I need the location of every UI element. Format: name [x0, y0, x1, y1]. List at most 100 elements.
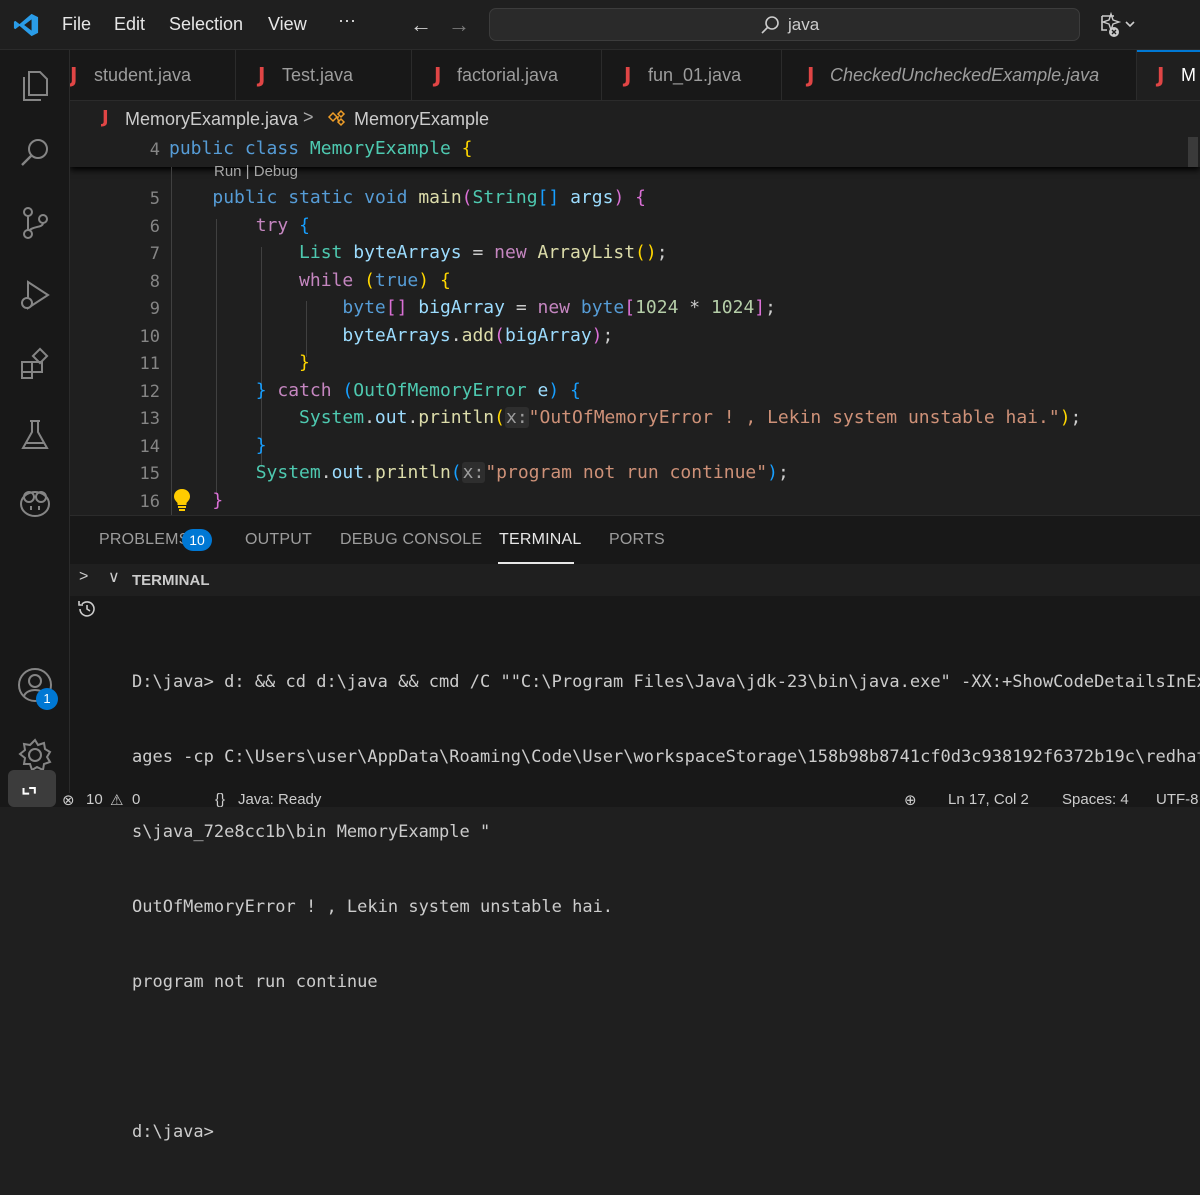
run-debug-codelens[interactable]: Run | Debug	[214, 163, 298, 180]
tab-output[interactable]: OUTPUT	[245, 531, 312, 549]
error-count[interactable]: 10	[86, 793, 103, 807]
line-number: 11	[139, 354, 160, 374]
menu-more-icon[interactable]: ···	[338, 10, 356, 31]
tab-ports[interactable]: PORTS	[609, 531, 665, 549]
indentation[interactable]: Spaces: 4	[1062, 793, 1129, 807]
chevron-right-icon[interactable]: >	[79, 568, 88, 586]
line-number: 12	[139, 382, 160, 402]
settings-gear-icon[interactable]	[16, 736, 54, 774]
java-file-icon: J	[258, 63, 266, 87]
terminal-line: OutOfMemoryError ! , Lekin system unstab…	[132, 897, 614, 917]
history-icon[interactable]	[76, 598, 98, 620]
line-number: 16	[139, 492, 160, 512]
tab-test-java[interactable]: J Test.java	[236, 50, 412, 100]
terminal-line: D:\java> d: && cd d:\java && cmd /C ""C:…	[132, 672, 1200, 692]
line-number: 15	[139, 464, 160, 484]
code-editor[interactable]: 4 public class MemoryExample { Run | Deb…	[70, 137, 1200, 515]
tab-problems[interactable]: PROBLEMS	[99, 531, 190, 549]
source-control-icon[interactable]	[16, 204, 54, 242]
encoding[interactable]: UTF-8	[1156, 793, 1199, 807]
java-file-icon: J	[807, 63, 815, 87]
code-line-4: public class MemoryExample {	[169, 138, 473, 159]
nav-back-icon[interactable]: ←	[410, 12, 432, 38]
breadcrumb: J MemoryExample.java > MemoryExample	[70, 101, 1200, 137]
line-number: 7	[149, 244, 160, 264]
tab-checkedunchecked-java[interactable]: J CheckedUncheckedExample.java	[782, 50, 1137, 100]
code-line-12: } catch (OutOfMemoryError e) {	[255, 380, 581, 401]
java-status[interactable]: Java: Ready	[238, 793, 321, 807]
warning-icon[interactable]: ⚠	[110, 793, 123, 807]
code-line-9: byte[] bigArray = new byte[1024 * 1024];	[342, 297, 776, 318]
editor-scrollbar[interactable]	[1188, 137, 1198, 167]
run-debug-icon[interactable]	[16, 276, 54, 314]
nav-forward-icon[interactable]: →	[448, 12, 470, 38]
terminal-section-header[interactable]: > ∨ TERMINAL	[70, 564, 1200, 596]
terminal-output[interactable]: D:\java> d: && cd d:\java && cmd /C ""C:…	[132, 620, 1200, 1195]
command-center-search[interactable]: java	[489, 8, 1080, 41]
line-number: 10	[139, 327, 160, 347]
code-line-7: List byteArrays = new ArrayList();	[299, 242, 668, 263]
title-bar: File Edit Selection View ··· ← → java	[0, 0, 1200, 50]
accounts-badge: 1	[36, 688, 58, 710]
code-line-13: System.out.println(x:"OutOfMemoryError !…	[299, 407, 1082, 428]
menu-edit[interactable]: Edit	[114, 14, 145, 35]
java-file-icon: J	[102, 107, 109, 128]
copilot-icon[interactable]	[16, 484, 54, 522]
chevron-down-icon: ∨	[108, 569, 120, 586]
bottom-panel: PROBLEMS 10 OUTPUT DEBUG CONSOLE TERMINA…	[70, 515, 1200, 1142]
line-number: 6	[149, 217, 160, 237]
lightbulb-icon[interactable]	[172, 487, 192, 511]
tab-label: fun_01.java	[648, 65, 742, 85]
menu-file[interactable]: File	[62, 14, 91, 35]
tab-label: CheckedUncheckedExample.java	[830, 65, 1100, 85]
search-value: java	[788, 15, 820, 34]
code-line-6: try {	[255, 215, 310, 236]
menu-view[interactable]: View	[268, 14, 307, 35]
extensions-icon[interactable]	[16, 346, 54, 384]
menu-selection[interactable]: Selection	[169, 14, 243, 35]
problems-count-badge: 10	[182, 529, 212, 551]
line-number: 9	[149, 299, 160, 319]
error-icon[interactable]: ⊗	[62, 793, 75, 807]
activity-bar: 1	[0, 50, 70, 807]
zoom-icon[interactable]: ⊕	[904, 793, 917, 807]
tab-label: factorial.java	[457, 65, 559, 85]
tab-fun01-java[interactable]: J fun_01.java	[602, 50, 782, 100]
java-file-icon: J	[1157, 63, 1165, 87]
terminal-prompt: d:\java>	[132, 1122, 214, 1142]
line-number: 5	[149, 189, 160, 209]
line-number: 8	[149, 272, 160, 292]
breadcrumb-symbol[interactable]: MemoryExample	[354, 109, 489, 130]
tab-label: Test.java	[282, 65, 354, 85]
explorer-icon[interactable]	[16, 66, 54, 104]
remote-indicator-button[interactable]	[8, 770, 56, 807]
breadcrumb-file[interactable]: MemoryExample.java	[125, 109, 298, 130]
tab-terminal[interactable]: TERMINAL	[499, 531, 582, 549]
line-number: 4	[149, 140, 160, 160]
remote-icon	[22, 787, 36, 795]
code-line-14: }	[255, 435, 267, 456]
terminal-line: s\java_72e8cc1b\bin MemoryExample "	[132, 822, 491, 842]
search-view-icon[interactable]	[16, 134, 54, 172]
tab-debug-console[interactable]: DEBUG CONSOLE	[340, 531, 482, 549]
terminal-line: ages -cp C:\Users\user\AppData\Roaming\C…	[132, 747, 1200, 767]
copilot-chat-icon[interactable]	[1098, 12, 1138, 40]
status-bar: ⊗ 10 ⚠ 0 {} Java: Ready ⊕ Ln 17, Col 2 S…	[0, 793, 1200, 807]
java-status-icon: {}	[215, 793, 226, 807]
java-file-icon: J	[434, 63, 442, 87]
search-icon	[761, 16, 779, 34]
tab-label: M	[1181, 65, 1196, 85]
code-line-15: System.out.println(x:"program not run co…	[255, 462, 789, 483]
tab-factorial-java[interactable]: J factorial.java	[412, 50, 602, 100]
java-file-icon: J	[70, 63, 78, 87]
terminal-line: program not run continue	[132, 972, 378, 992]
warning-count[interactable]: 0	[132, 793, 140, 807]
testing-icon[interactable]	[16, 416, 54, 454]
tab-memoryexample-java[interactable]: J M	[1137, 50, 1200, 100]
terminal-section-title: TERMINAL	[132, 572, 210, 589]
class-symbol-icon	[327, 109, 346, 127]
tab-student-java[interactable]: J student.java	[70, 50, 236, 100]
breadcrumb-separator: >	[303, 107, 314, 127]
cursor-position[interactable]: Ln 17, Col 2	[948, 793, 1029, 807]
